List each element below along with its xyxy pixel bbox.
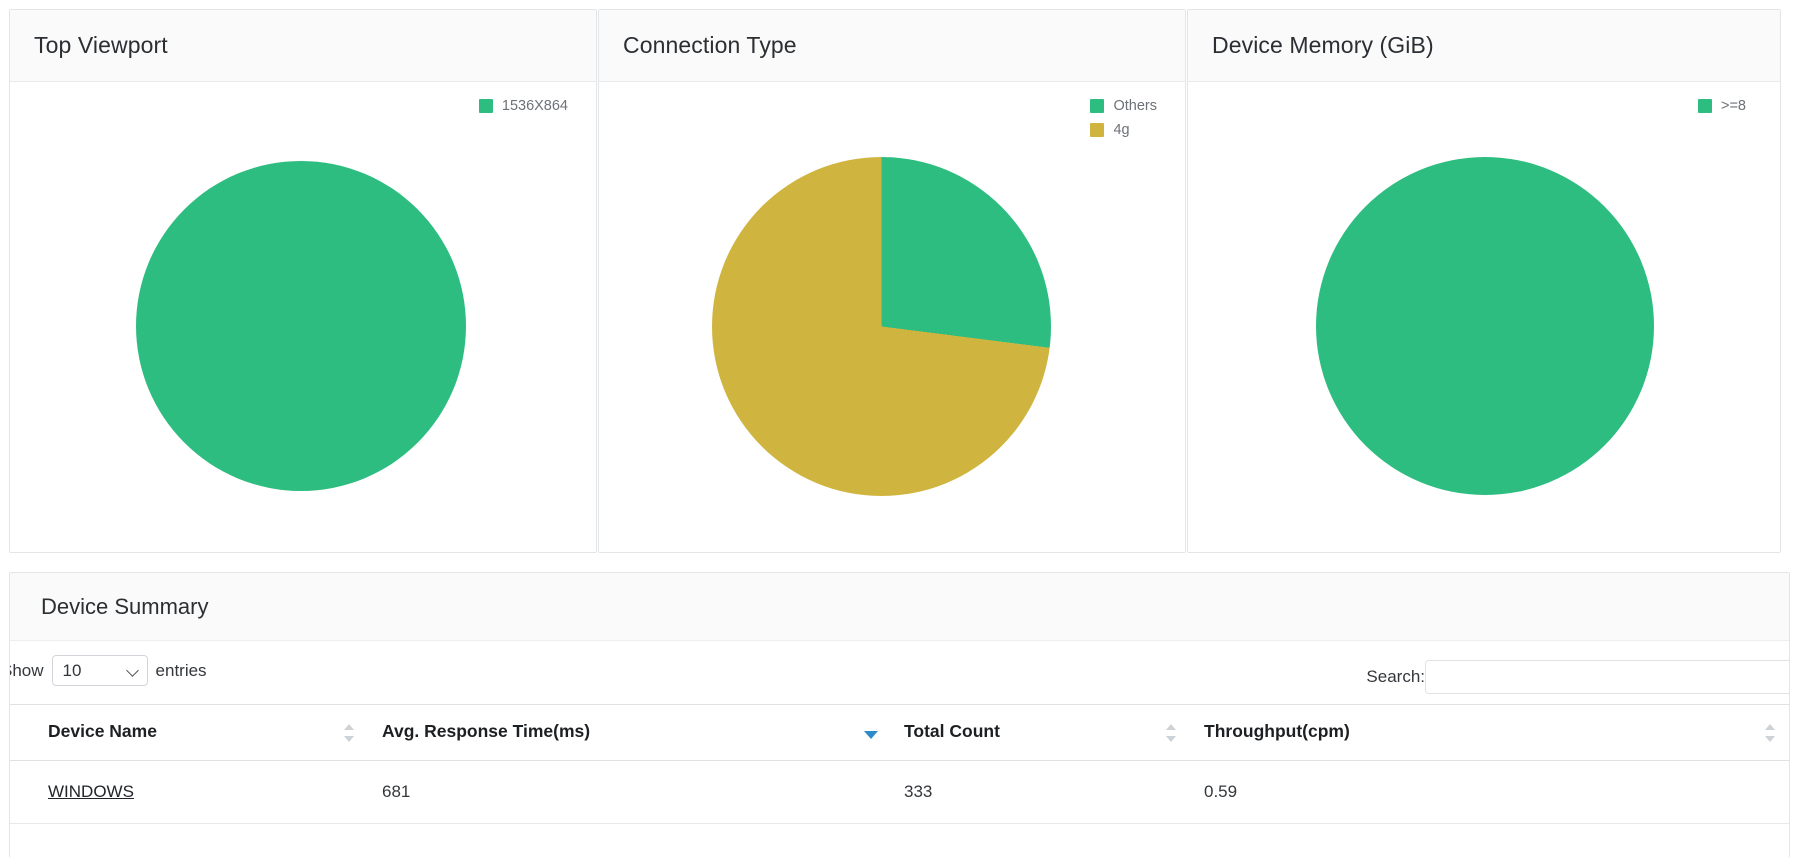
- card-title: Connection Type: [623, 32, 797, 58]
- show-label: Show: [10, 660, 44, 680]
- column-header-throughput[interactable]: Throughput(cpm): [1192, 704, 1789, 761]
- page-length-control: Show 102550100 entries: [10, 655, 207, 686]
- charts-row: Top Viewport 1536X864 Connection Type Ot…: [0, 0, 1799, 553]
- column-label: Device Name: [48, 721, 157, 741]
- table-body: WINDOWS 681 333 0.59: [10, 760, 1789, 824]
- card-header-top-viewport: Top Viewport: [10, 10, 596, 82]
- dashboard-page: Top Viewport 1536X864 Connection Type Ot…: [0, 0, 1799, 858]
- card-device-memory: Device Memory (GiB) >=8: [1187, 9, 1781, 553]
- pie-slice-group[interactable]: [711, 156, 1051, 496]
- device-summary-header: Device Summary: [10, 573, 1789, 641]
- pie-chart-connection-type: [599, 82, 1185, 552]
- cell-total-count: 333: [892, 760, 1192, 824]
- page-title: Device Summary: [41, 593, 209, 619]
- pie-slice-group[interactable]: [1316, 157, 1654, 495]
- column-header-device-name[interactable]: Device Name: [10, 704, 370, 761]
- page-length-select[interactable]: 102550100: [51, 655, 148, 686]
- column-label: Avg. Response Time(ms): [382, 721, 591, 741]
- device-summary-panel: Device Summary Show 102550100 entries Se…: [9, 572, 1790, 858]
- card-top-viewport: Top Viewport 1536X864: [9, 9, 597, 553]
- search-control: Search:: [1366, 660, 1789, 694]
- card-header-device-memory: Device Memory (GiB): [1188, 10, 1780, 82]
- card-body-connection-type: Others 4g: [599, 82, 1185, 552]
- cell-avg-response-time: 681: [370, 760, 892, 824]
- datatable-controls: Show 102550100 entries Search:: [10, 641, 1789, 701]
- column-header-total-count[interactable]: Total Count: [892, 704, 1192, 761]
- card-body-top-viewport: 1536X864: [10, 82, 596, 552]
- card-title: Top Viewport: [34, 32, 168, 58]
- sort-indicator-icon[interactable]: [344, 723, 354, 743]
- card-header-connection-type: Connection Type: [599, 10, 1185, 82]
- pie-chart-device-memory: [1188, 82, 1780, 552]
- page-length-select-wrap: 102550100: [51, 655, 148, 686]
- card-connection-type: Connection Type Others 4g: [598, 9, 1186, 553]
- cell-throughput: 0.59: [1192, 760, 1789, 824]
- column-label: Throughput(cpm): [1204, 721, 1350, 741]
- search-input[interactable]: [1425, 660, 1789, 694]
- entries-label: entries: [155, 660, 207, 680]
- column-header-avg-response-time[interactable]: Avg. Response Time(ms): [370, 704, 892, 761]
- device-name-link[interactable]: WINDOWS: [48, 782, 134, 801]
- table-head: Device Name Avg. Response Time(ms) Total…: [10, 704, 1789, 761]
- device-summary-table: Device Name Avg. Response Time(ms) Total…: [10, 704, 1789, 824]
- table-row: WINDOWS 681 333 0.59: [10, 760, 1789, 824]
- card-body-device-memory: >=8: [1188, 82, 1780, 552]
- column-label: Total Count: [904, 721, 1000, 741]
- search-label: Search:: [1366, 667, 1425, 686]
- cell-device-name: WINDOWS: [10, 760, 370, 824]
- sort-indicator-desc-icon[interactable]: [864, 723, 878, 743]
- sort-indicator-icon[interactable]: [1166, 723, 1176, 743]
- pie-chart-top-viewport: [10, 82, 596, 552]
- sort-indicator-icon[interactable]: [1765, 723, 1775, 743]
- table-header-row: Device Name Avg. Response Time(ms) Total…: [10, 704, 1789, 761]
- pie-slice-group[interactable]: [136, 161, 466, 491]
- card-title: Device Memory (GiB): [1212, 32, 1434, 58]
